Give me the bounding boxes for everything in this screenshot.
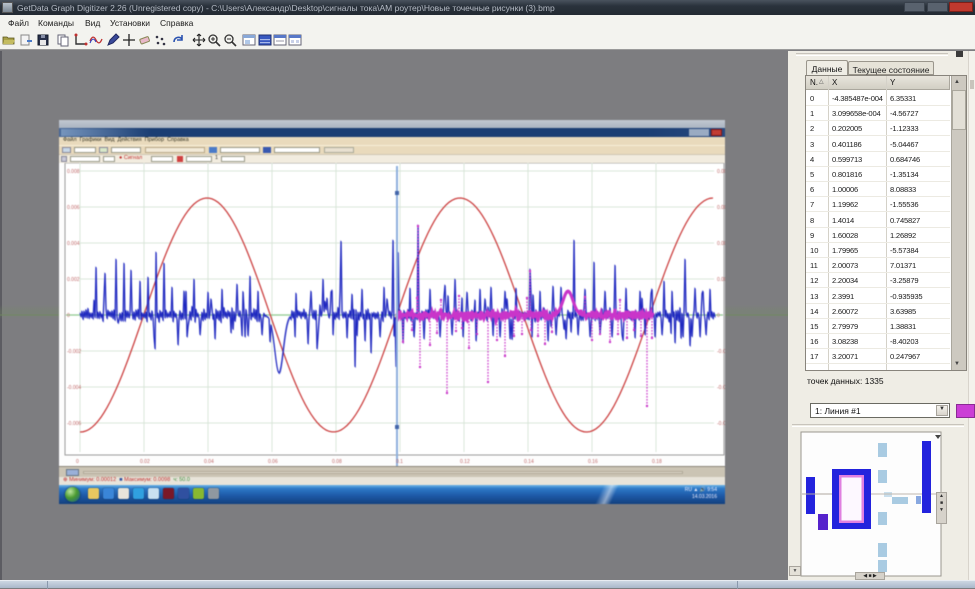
svg-text:0.16: 0.16 — [588, 459, 598, 465]
svg-text:0.06: 0.06 — [268, 459, 278, 465]
svg-text:-0.004: -0.004 — [67, 385, 81, 391]
svg-text:0.004: 0.004 — [717, 241, 725, 247]
svg-text:0.02: 0.02 — [140, 459, 150, 465]
svg-text:0: 0 — [67, 313, 70, 319]
svg-text:-0.002: -0.002 — [67, 349, 81, 355]
svg-text:0.004: 0.004 — [67, 241, 80, 247]
svg-text:0.008: 0.008 — [717, 169, 725, 175]
svg-text:0.008: 0.008 — [67, 169, 80, 175]
svg-text:0.002: 0.002 — [717, 277, 725, 283]
svg-text:0.18: 0.18 — [652, 459, 662, 465]
svg-text:0.006: 0.006 — [67, 205, 80, 211]
svg-text:0.006: 0.006 — [717, 205, 725, 211]
svg-text:0.14: 0.14 — [524, 459, 534, 465]
svg-text:0.12: 0.12 — [460, 459, 470, 465]
svg-text:0.002: 0.002 — [67, 277, 80, 283]
svg-text:0: 0 — [717, 313, 720, 319]
svg-text:-0.00: -0.00 — [717, 349, 725, 355]
svg-text:0.1: 0.1 — [396, 459, 403, 465]
svg-text:-0.00: -0.00 — [717, 385, 725, 391]
svg-text:0: 0 — [76, 459, 79, 465]
svg-text:-0.00: -0.00 — [717, 421, 725, 427]
svg-text:-0.006: -0.006 — [67, 421, 81, 427]
svg-text:0.08: 0.08 — [332, 459, 342, 465]
svg-text:0.04: 0.04 — [204, 459, 214, 465]
